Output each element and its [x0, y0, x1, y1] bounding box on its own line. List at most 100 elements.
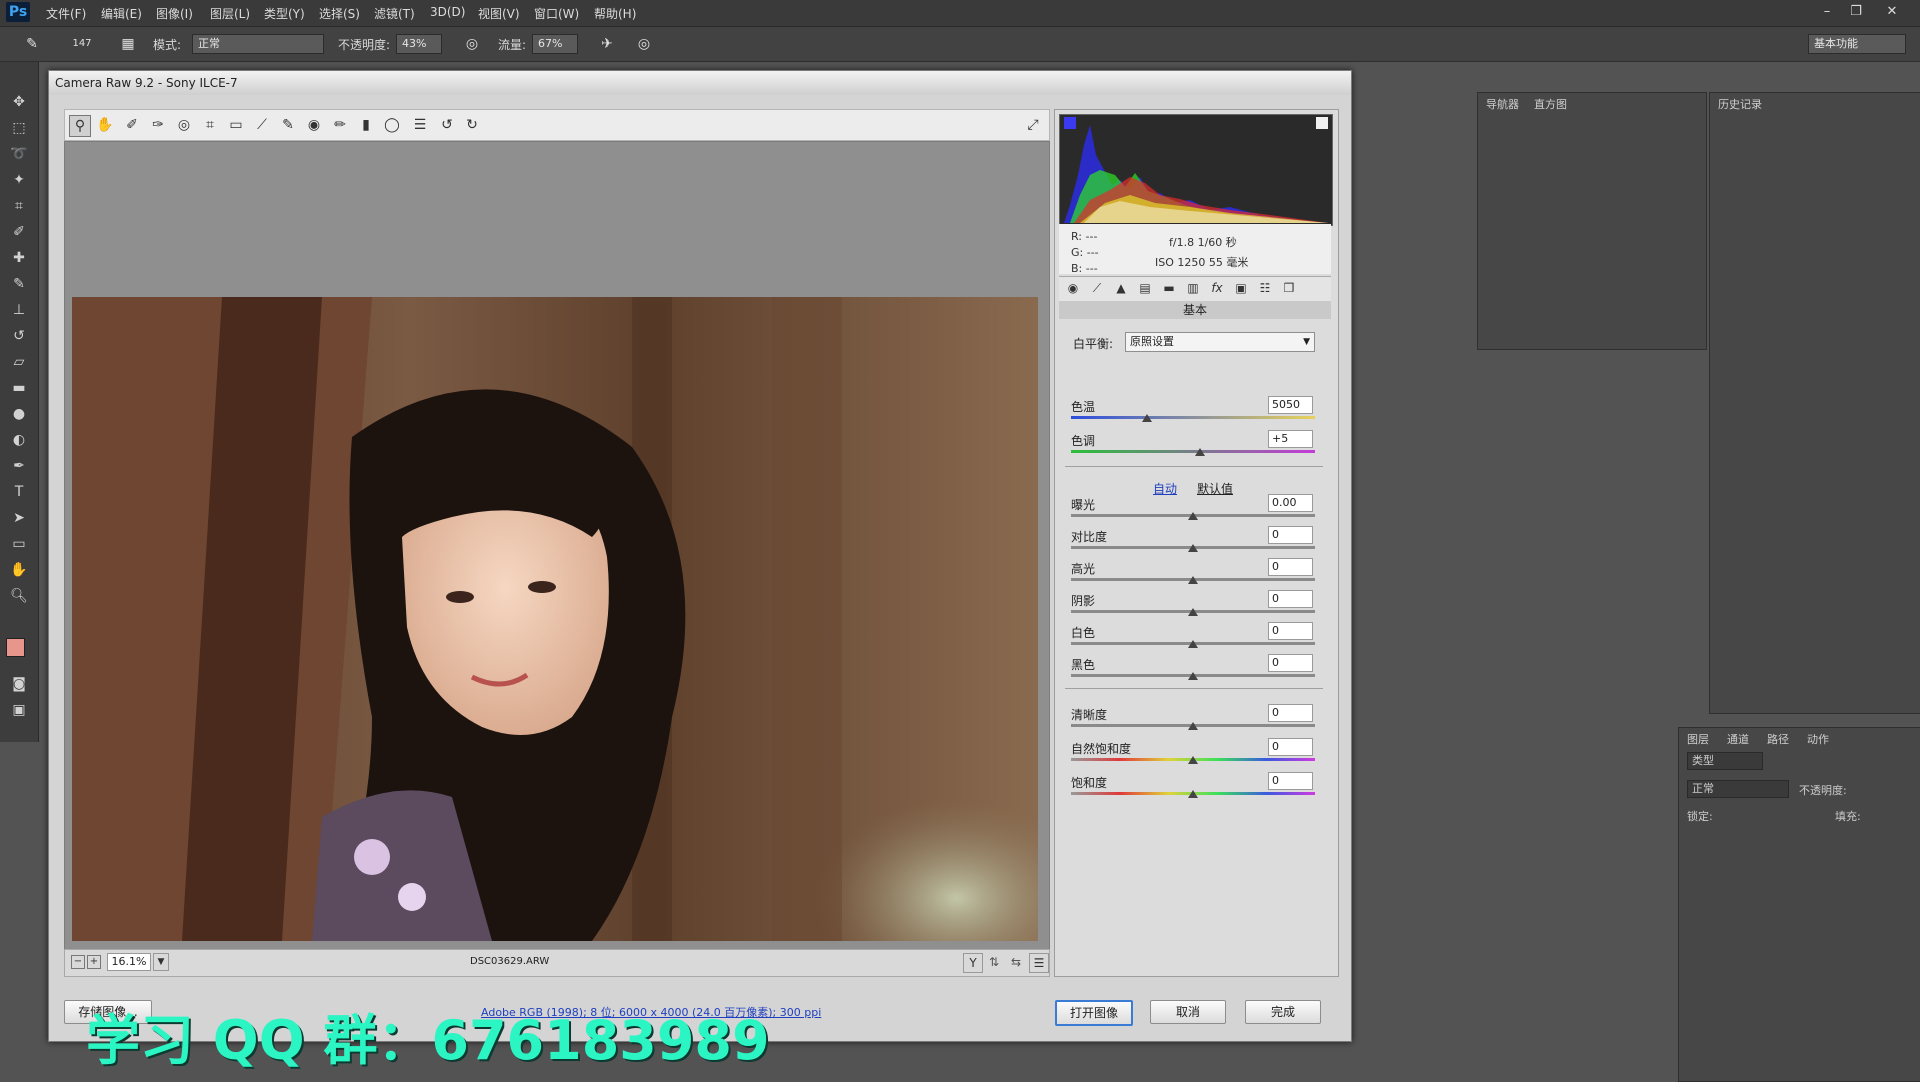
quick-mask-icon[interactable]: ◙: [8, 674, 30, 694]
brush-tool-icon[interactable]: ✎: [22, 34, 42, 54]
menu-window[interactable]: 窗口(W): [534, 5, 579, 22]
hand-icon[interactable]: ✋: [95, 115, 115, 135]
slider-thumb[interactable]: [1188, 576, 1198, 584]
slider-value-field[interactable]: 0: [1268, 654, 1313, 672]
menu-image[interactable]: 图像(I): [156, 5, 193, 22]
dodge-tool-icon[interactable]: ◐: [8, 430, 30, 450]
shape-tool-icon[interactable]: ▭: [8, 534, 30, 554]
minimize-icon[interactable]: –: [1816, 3, 1838, 21]
default-link[interactable]: 默认值: [1197, 480, 1233, 497]
menu-view[interactable]: 视图(V): [478, 5, 520, 22]
pressure-opacity-icon[interactable]: ◎: [462, 34, 482, 54]
tab-paths[interactable]: 路径: [1767, 731, 1789, 747]
slider-thumb[interactable]: [1195, 448, 1206, 456]
move-tool-icon[interactable]: ✥: [8, 92, 30, 112]
zoom-in-icon[interactable]: +: [87, 955, 101, 969]
hand-tool-icon[interactable]: ✋: [8, 560, 30, 580]
slider-value-field[interactable]: 0: [1268, 526, 1313, 544]
marquee-tool-icon[interactable]: ⬚: [8, 118, 30, 138]
airbrush-icon[interactable]: ✈: [597, 34, 617, 54]
radial-filter-icon[interactable]: ◯: [382, 115, 402, 135]
slider-thumb[interactable]: [1188, 640, 1198, 648]
slider-value-field[interactable]: 0: [1268, 704, 1313, 722]
color-sampler-icon[interactable]: ✑: [148, 115, 168, 135]
eraser-icon[interactable]: ▱: [8, 352, 30, 372]
workspace-select[interactable]: 基本功能: [1808, 34, 1906, 54]
slider-value-field[interactable]: 5050: [1268, 396, 1313, 414]
spot-removal-icon[interactable]: ✎: [278, 115, 298, 135]
layer-kind-filter[interactable]: 类型: [1687, 752, 1763, 770]
foreground-color-swatch[interactable]: [6, 638, 25, 657]
menu-3d[interactable]: 3D(D): [430, 5, 465, 19]
clone-stamp-icon[interactable]: ⊥: [8, 300, 30, 320]
cancel-button[interactable]: 取消: [1150, 1000, 1226, 1024]
history-brush-icon[interactable]: ↺: [8, 326, 30, 346]
slider-thumb[interactable]: [1188, 790, 1198, 798]
slider-thumb[interactable]: [1188, 544, 1198, 552]
red-eye-icon[interactable]: ◉: [304, 115, 324, 135]
tab-actions[interactable]: 动作: [1807, 731, 1829, 747]
toggle-view-icon[interactable]: ☰: [1029, 953, 1049, 973]
tab-history[interactable]: 历史记录: [1718, 96, 1762, 112]
tab-layers[interactable]: 图层: [1687, 731, 1709, 747]
straighten-icon[interactable]: ▭: [226, 115, 246, 135]
menu-type[interactable]: 类型(Y): [264, 5, 305, 22]
menu-filter[interactable]: 滤镜(T): [374, 5, 415, 22]
slider-value-field[interactable]: +5: [1268, 430, 1313, 448]
copy-settings-icon[interactable]: ⇆: [1007, 953, 1025, 971]
slider-value-field[interactable]: 0: [1268, 558, 1313, 576]
rotate-right-icon[interactable]: ↻: [462, 115, 482, 135]
preferences-icon[interactable]: ☰: [410, 115, 430, 135]
zoom-out-icon[interactable]: −: [71, 955, 85, 969]
fullscreen-icon[interactable]: ⤢: [1023, 115, 1043, 135]
slider-value-field[interactable]: 0: [1268, 738, 1313, 756]
slider-value-field[interactable]: 0: [1268, 772, 1313, 790]
zoom-tool-icon[interactable]: 🔍︎: [8, 586, 30, 606]
slider-value-field[interactable]: 0.00: [1268, 494, 1313, 512]
lasso-tool-icon[interactable]: ➰: [8, 144, 30, 164]
gradient-tool-icon[interactable]: ▬: [8, 378, 30, 398]
eyedropper-icon[interactable]: ✐: [8, 222, 30, 242]
magic-wand-icon[interactable]: ✦: [8, 170, 30, 190]
rotate-left-icon[interactable]: ↺: [437, 115, 457, 135]
restore-icon[interactable]: ❐: [1845, 3, 1867, 21]
type-tool-icon[interactable]: T: [8, 482, 30, 502]
done-button[interactable]: 完成: [1245, 1000, 1321, 1024]
open-image-button[interactable]: 打开图像: [1055, 1000, 1133, 1026]
slider-value-field[interactable]: 0: [1268, 622, 1313, 640]
blend-mode-select[interactable]: 正常: [1687, 780, 1789, 798]
menu-select[interactable]: 选择(S): [319, 5, 360, 22]
tab-histogram[interactable]: 直方图: [1534, 96, 1567, 112]
path-select-icon[interactable]: ➤: [8, 508, 30, 528]
tab-channels[interactable]: 通道: [1727, 731, 1749, 747]
zoom-dropdown-icon[interactable]: ▼: [153, 953, 169, 971]
menu-file[interactable]: 文件(F): [46, 5, 86, 22]
brush-panel-icon[interactable]: ▦: [118, 34, 138, 54]
screen-mode-icon[interactable]: ▣: [8, 700, 30, 720]
image-preview-area[interactable]: [64, 141, 1050, 950]
zoom-level-field[interactable]: 16.1%: [107, 953, 151, 971]
zoom-icon[interactable]: ⚲: [69, 115, 91, 137]
menu-edit[interactable]: 编辑(E): [101, 5, 142, 22]
blur-tool-icon[interactable]: ●: [8, 404, 30, 424]
crop-icon[interactable]: ⌗: [200, 115, 220, 135]
transform-icon[interactable]: ⟋: [252, 115, 272, 135]
slider-thumb[interactable]: [1141, 414, 1152, 422]
auto-link[interactable]: 自动: [1153, 480, 1177, 497]
slider-thumb[interactable]: [1188, 722, 1198, 730]
pressure-size-icon[interactable]: ◎: [634, 34, 654, 54]
flow-field[interactable]: 67%: [532, 34, 578, 54]
slider-thumb[interactable]: [1188, 672, 1198, 680]
slider-thumb[interactable]: [1188, 756, 1198, 764]
before-after-icon[interactable]: Y: [963, 953, 983, 973]
menu-help[interactable]: 帮助(H): [594, 5, 636, 22]
targeted-adjust-icon[interactable]: ◎: [174, 115, 194, 135]
adjustment-brush-icon[interactable]: ✏: [330, 115, 350, 135]
brush-tool-icon[interactable]: ✎: [8, 274, 30, 294]
slider-track[interactable]: [1071, 416, 1315, 419]
slider-thumb[interactable]: [1188, 512, 1198, 520]
graduated-filter-icon[interactable]: ▮: [356, 115, 376, 135]
white-balance-icon[interactable]: ✐: [122, 115, 142, 135]
slider-thumb[interactable]: [1188, 608, 1198, 616]
swap-icon[interactable]: ⇅: [985, 953, 1003, 971]
